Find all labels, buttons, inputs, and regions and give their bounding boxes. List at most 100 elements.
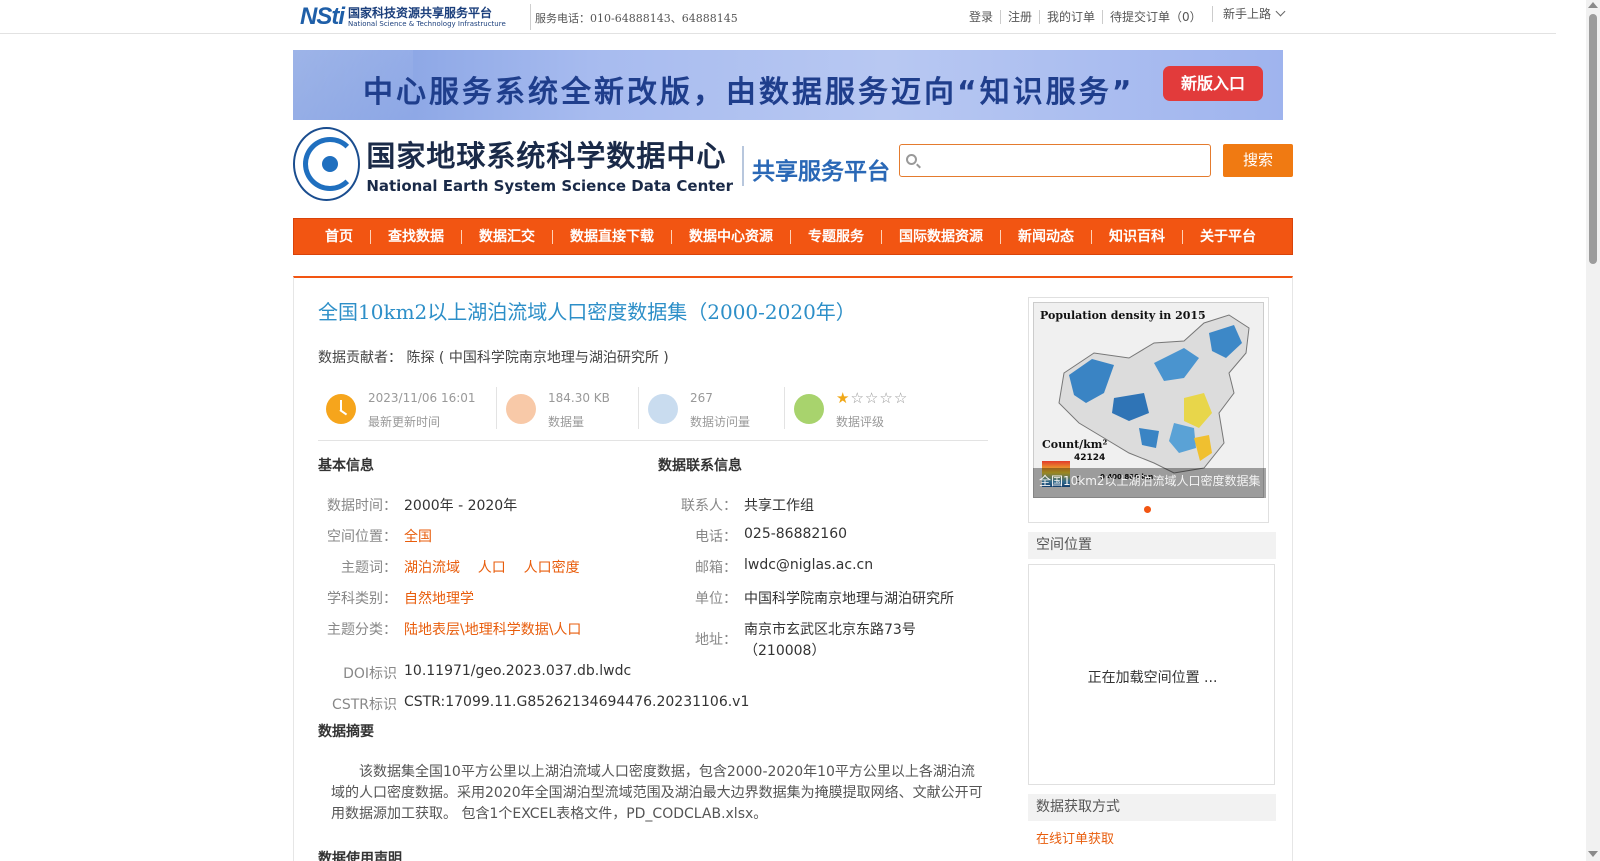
organization-key: 单位： bbox=[695, 591, 737, 607]
contributor-line: 数据贡献者： 陈探 ( 中国科学院南京地理与湖泊研究所 ) bbox=[318, 347, 669, 367]
top-divider bbox=[530, 4, 531, 30]
star-empty-icon[interactable]: ☆ bbox=[865, 389, 879, 407]
usage-statement-title: 数据使用声明 bbox=[318, 851, 402, 861]
data-size-value: 184.30 KB bbox=[548, 391, 610, 405]
star-filled-icon[interactable]: ★ bbox=[836, 389, 850, 407]
center-name: 国家地球系统科学数据中心 National Earth System Scien… bbox=[366, 133, 733, 195]
my-orders-link[interactable]: 我的订单 bbox=[1039, 10, 1102, 24]
thumbnail-caption-text: 全国10km2以上湖泊流域人口密度数据集（2000-2020年） bbox=[1039, 474, 1264, 488]
contact-info-title: 数据联系信息 bbox=[658, 458, 742, 474]
nav-item-center-resources[interactable]: 数据中心资源 bbox=[671, 229, 790, 244]
newbie-dropdown[interactable]: 新手上路 bbox=[1212, 6, 1286, 22]
pending-orders-link[interactable]: 待提交订单（0） bbox=[1102, 10, 1209, 24]
map-legend-max: 42124 bbox=[1074, 453, 1106, 463]
stat-update-time: 2023/11/06 16:01 最新更新时间 bbox=[318, 385, 498, 429]
service-phone: 服务电话：010-64888143、64888145 bbox=[535, 12, 738, 25]
center-name-cn: 国家地球系统科学数据中心 bbox=[366, 139, 727, 173]
search-box[interactable] bbox=[899, 144, 1211, 177]
data-access-header: 数据获取方式 bbox=[1028, 794, 1276, 821]
page-scrollbar[interactable] bbox=[1586, 0, 1600, 861]
contact-person-key: 联系人： bbox=[681, 498, 737, 514]
register-link[interactable]: 注册 bbox=[1000, 10, 1039, 24]
doi-value: 10.11971/geo.2023.037.db.lwdc bbox=[404, 663, 632, 679]
spatial-map-panel[interactable]: 正在加载空间位置 ... bbox=[1028, 564, 1275, 785]
cstr-value: CSTR:17099.11.G85262134694476.20231106.v… bbox=[404, 694, 750, 710]
platform-name: 共享服务平台 bbox=[752, 159, 890, 185]
scroll-thumb[interactable] bbox=[1589, 14, 1597, 264]
nav-item-topic-services[interactable]: 专题服务 bbox=[790, 229, 881, 244]
cstr-key: CSTR标识 bbox=[332, 697, 397, 713]
spatial-location-header: 空间位置 bbox=[1028, 532, 1276, 559]
nav-item-knowledge[interactable]: 知识百科 bbox=[1091, 229, 1182, 244]
search-button[interactable]: 搜索 bbox=[1223, 144, 1293, 177]
contributor-label: 数据贡献者： bbox=[318, 350, 402, 366]
map-legend-label: Count/km² bbox=[1042, 438, 1108, 451]
nav-item-find-data[interactable]: 查找数据 bbox=[370, 229, 461, 244]
rating-label: 数据评级 bbox=[836, 415, 885, 429]
star-empty-icon[interactable]: ☆ bbox=[894, 389, 908, 407]
login-link[interactable]: 登录 bbox=[962, 10, 1000, 24]
phone-key: 电话： bbox=[695, 529, 737, 545]
thumbnail-carousel[interactable]: Population density in 2015 Count/km² 421… bbox=[1028, 297, 1269, 523]
basic-info-title: 基本信息 bbox=[318, 458, 374, 474]
promo-banner[interactable]: 中心服务系统全新改版，由数据服务迈向“知识服务” 新版入口 bbox=[293, 50, 1283, 120]
nav-item-data-submission[interactable]: 数据汇交 bbox=[461, 229, 552, 244]
visits-label: 数据访问量 bbox=[690, 415, 751, 429]
main-nav: 首页 查找数据 数据汇交 数据直接下载 数据中心资源 专题服务 国际数据资源 新… bbox=[293, 218, 1293, 255]
abstract-text: 该数据集全国10平方公里以上湖泊流域人口密度数据，包含2000-2020年10平… bbox=[331, 764, 983, 822]
nsti-logo[interactable]: NSti 国家科技资源共享服务平台 National Science & Tec… bbox=[300, 2, 524, 32]
star-empty-icon[interactable]: ☆ bbox=[850, 389, 864, 407]
center-logo[interactable]: 国家地球系统科学数据中心 National Earth System Scien… bbox=[293, 126, 733, 202]
topic-category-key: 主题分类： bbox=[327, 622, 397, 638]
data-size-label: 数据量 bbox=[548, 415, 585, 429]
map-title: Population density in 2015 bbox=[1040, 309, 1206, 322]
keywords-value[interactable]: 湖泊流域 人口 人口密度 bbox=[404, 557, 580, 577]
visits-value: 267 bbox=[690, 391, 713, 405]
address-key: 地址： bbox=[695, 632, 737, 648]
stat-divider bbox=[784, 387, 785, 429]
scroll-up-arrow-icon[interactable] bbox=[1588, 2, 1598, 8]
search-icon bbox=[906, 154, 917, 165]
clock-hand-icon bbox=[339, 409, 348, 416]
new-version-button[interactable]: 新版入口 bbox=[1163, 66, 1263, 101]
center-name-en: National Earth System Science Data Cente… bbox=[366, 177, 733, 195]
stat-rating: ★☆☆☆☆ 数据评级 bbox=[786, 385, 986, 429]
nav-item-home[interactable]: 首页 bbox=[308, 230, 370, 244]
dataset-stats: 2023/11/06 16:01 最新更新时间 184.30 KB 数据量 26… bbox=[318, 385, 988, 441]
nav-item-news[interactable]: 新闻动态 bbox=[1000, 229, 1091, 244]
scroll-down-arrow-icon[interactable] bbox=[1588, 851, 1598, 857]
keywords-key: 主题词： bbox=[341, 560, 397, 576]
nsti-text: 国家科技资源共享服务平台 National Science & Technolo… bbox=[348, 7, 506, 28]
chevron-down-icon bbox=[1275, 6, 1286, 17]
nsti-title-cn: 国家科技资源共享服务平台 bbox=[348, 5, 493, 20]
spatial-location-value[interactable]: 全国 bbox=[404, 526, 432, 546]
stat-divider bbox=[496, 387, 497, 429]
discipline-value[interactable]: 自然地理学 bbox=[404, 588, 474, 608]
doi-key: DOI标识 bbox=[343, 666, 397, 682]
organization-value: 中国科学院南京地理与湖泊研究所 bbox=[744, 591, 954, 607]
carousel-dot-active[interactable] bbox=[1144, 506, 1151, 513]
spatial-location-key: 空间位置： bbox=[327, 529, 397, 545]
layers-icon bbox=[506, 394, 536, 424]
star-empty-icon[interactable]: ☆ bbox=[879, 389, 893, 407]
search-input[interactable] bbox=[924, 149, 1204, 173]
thumbnail-caption: 全国10km2以上湖泊流域人口密度数据集（2000-2020年） bbox=[1033, 468, 1266, 498]
phone-value: 025-86882160 bbox=[744, 526, 848, 542]
contact-person-value: 共享工作组 bbox=[744, 498, 814, 514]
rating-stars[interactable]: ★☆☆☆☆ bbox=[836, 389, 908, 407]
nsti-mark: NSti bbox=[300, 3, 345, 30]
clock-icon bbox=[326, 394, 356, 424]
seal-dot bbox=[322, 156, 338, 172]
nav-item-international-data[interactable]: 国际数据资源 bbox=[881, 229, 1000, 244]
update-time-label: 最新更新时间 bbox=[368, 415, 441, 429]
center-seal-icon bbox=[293, 127, 361, 201]
online-order-link[interactable]: 在线订单获取 bbox=[1036, 828, 1114, 847]
update-time-value: 2023/11/06 16:01 bbox=[368, 391, 476, 405]
nav-item-about[interactable]: 关于平台 bbox=[1182, 229, 1273, 244]
nav-item-direct-download[interactable]: 数据直接下载 bbox=[552, 229, 671, 244]
map-loading-text: 正在加载空间位置 ... bbox=[1087, 670, 1218, 686]
top-bar: NSti 国家科技资源共享服务平台 National Science & Tec… bbox=[0, 0, 1556, 34]
topic-category-value[interactable]: 陆地表层\地理科学数据\人口 bbox=[404, 619, 581, 639]
banner-text: 中心服务系统全新改版，由数据服务迈向“知识服务” bbox=[363, 75, 1135, 110]
stat-divider bbox=[638, 387, 639, 429]
